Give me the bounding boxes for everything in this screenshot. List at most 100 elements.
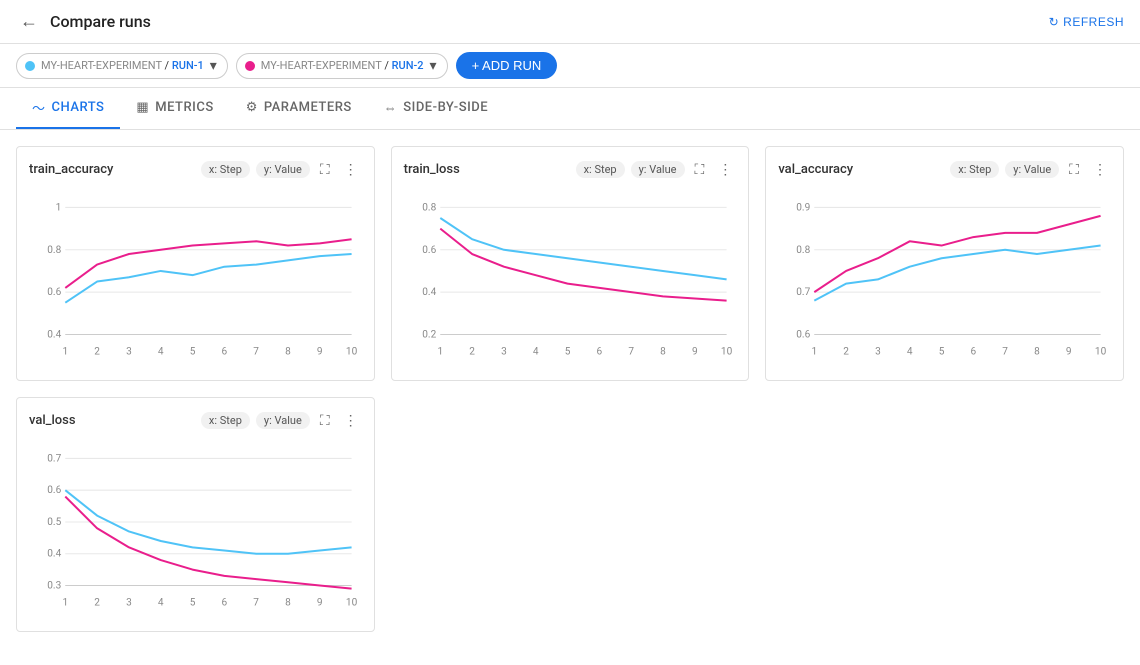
back-button[interactable]: ← [16,7,42,36]
chart-x-badge-val_loss: x: Step [201,412,250,429]
svg-text:0.7: 0.7 [797,287,811,298]
chart-area-train_accuracy: 10.80.60.412345678910 [29,188,362,368]
svg-text:5: 5 [190,598,196,609]
run-separator-1: / [165,59,172,72]
expand-button-val_loss[interactable]: ⛶ [316,410,334,431]
svg-text:10: 10 [346,598,358,609]
svg-text:9: 9 [1066,347,1072,358]
svg-text:0.6: 0.6 [47,287,61,298]
sidebyside-tab-icon: ⇔ [384,100,398,116]
svg-text:3: 3 [875,347,881,358]
run-id-2: RUN-2 [392,59,424,72]
charts-row-2: val_lossx: Stepy: Value⛶⋮0.70.60.50.40.3… [0,397,1140,648]
svg-text:2: 2 [469,347,475,358]
svg-text:7: 7 [253,347,259,358]
svg-text:6: 6 [222,347,228,358]
tab-sidebyside[interactable]: ⇔ SIDE-BY-SIDE [368,90,504,128]
page-title: Compare runs [50,12,151,31]
more-button-train_loss[interactable]: ⋮ [714,159,736,180]
svg-text:3: 3 [126,598,132,609]
svg-text:4: 4 [158,347,164,358]
svg-text:8: 8 [660,347,666,358]
svg-text:7: 7 [1003,347,1009,358]
parameters-tab-label: PARAMETERS [264,100,352,115]
expand-button-val_accuracy[interactable]: ⛶ [1065,159,1083,180]
experiment-name-2: MY-HEART-EXPERIMENT [261,59,382,72]
svg-text:0.4: 0.4 [47,329,61,340]
run-name-2: MY-HEART-EXPERIMENT / RUN-2 [261,59,424,72]
svg-text:1: 1 [62,598,68,609]
svg-text:4: 4 [907,347,913,358]
svg-text:6: 6 [222,598,228,609]
svg-text:1: 1 [56,202,62,213]
chart-y-badge-val_accuracy: y: Value [1005,161,1059,178]
tab-charts[interactable]: 〜 CHARTS [16,88,120,129]
chart-title-train_loss: train_loss [404,162,460,177]
more-button-val_loss[interactable]: ⋮ [340,410,362,431]
chart-actions-train_accuracy: ⛶⋮ [316,159,362,180]
svg-text:8: 8 [285,347,291,358]
run-selector-1[interactable]: MY-HEART-EXPERIMENT / RUN-1 ▾ [16,53,228,79]
svg-text:7: 7 [628,347,634,358]
chart-header-train_accuracy: train_accuracyx: Stepy: Value⛶⋮ [29,159,362,180]
svg-text:0.6: 0.6 [797,329,811,340]
dropdown-arrow-1: ▾ [210,58,217,74]
add-run-button[interactable]: + ADD RUN [456,52,558,79]
svg-text:5: 5 [190,347,196,358]
dropdown-arrow-2: ▾ [430,58,437,74]
expand-button-train_accuracy[interactable]: ⛶ [316,159,334,180]
svg-text:9: 9 [317,347,323,358]
chart-x-badge-train_accuracy: x: Step [201,161,250,178]
svg-text:3: 3 [126,347,132,358]
chart-y-badge-train_accuracy: y: Value [256,161,310,178]
charts-row-1: train_accuracyx: Stepy: Value⛶⋮10.80.60.… [0,130,1140,397]
sidebyside-tab-label: SIDE-BY-SIDE [403,100,488,115]
svg-text:8: 8 [285,598,291,609]
svg-text:5: 5 [939,347,945,358]
svg-text:0.4: 0.4 [47,549,61,560]
expand-button-train_loss[interactable]: ⛶ [691,159,709,180]
charts-tab-label: CHARTS [52,100,105,115]
svg-text:0.7: 0.7 [47,453,61,464]
svg-text:0.6: 0.6 [47,485,61,496]
charts-tab-icon: 〜 [32,98,46,117]
chart-header-val_loss: val_lossx: Stepy: Value⛶⋮ [29,410,362,431]
svg-text:2: 2 [844,347,850,358]
chart-title-train_accuracy: train_accuracy [29,162,113,177]
svg-text:1: 1 [62,347,68,358]
chart-header-train_loss: train_lossx: Stepy: Value⛶⋮ [404,159,737,180]
chart-actions-val_loss: ⛶⋮ [316,410,362,431]
chart-header-val_accuracy: val_accuracyx: Stepy: Value⛶⋮ [778,159,1111,180]
chart-area-val_accuracy: 0.90.80.70.612345678910 [778,188,1111,368]
metrics-tab-label: METRICS [155,100,213,115]
svg-text:6: 6 [971,347,977,358]
chart-x-badge-train_loss: x: Step [576,161,625,178]
svg-text:0.9: 0.9 [797,202,811,213]
run-name-1: MY-HEART-EXPERIMENT / RUN-1 [41,59,204,72]
svg-text:0.2: 0.2 [422,329,436,340]
metrics-tab-icon: ▦ [136,100,149,115]
svg-text:7: 7 [253,598,259,609]
tab-metrics[interactable]: ▦ METRICS [120,90,229,127]
chart-card-val_accuracy: val_accuracyx: Stepy: Value⛶⋮0.90.80.70.… [765,146,1124,381]
svg-text:0.8: 0.8 [797,245,811,256]
tabs: 〜 CHARTS ▦ METRICS ⚙ PARAMETERS ⇔ SIDE-B… [0,88,1140,130]
svg-text:10: 10 [721,347,733,358]
chart-title-val_loss: val_loss [29,413,76,428]
more-button-train_accuracy[interactable]: ⋮ [340,159,362,180]
run-selector-2[interactable]: MY-HEART-EXPERIMENT / RUN-2 ▾ [236,53,448,79]
more-button-val_accuracy[interactable]: ⋮ [1089,159,1111,180]
refresh-icon: ↻ [1049,15,1060,29]
header: ← Compare runs ↻ REFRESH [0,0,1140,44]
svg-text:1: 1 [812,347,818,358]
refresh-label: REFRESH [1063,15,1124,29]
tab-parameters[interactable]: ⚙ PARAMETERS [230,90,368,127]
refresh-button[interactable]: ↻ REFRESH [1049,15,1124,29]
chart-x-badge-val_accuracy: x: Step [950,161,999,178]
svg-text:0.4: 0.4 [422,287,436,298]
run-dot-1 [25,61,35,71]
svg-text:0.6: 0.6 [422,245,436,256]
svg-text:3: 3 [501,347,507,358]
run-separator-2: / [384,59,391,72]
chart-area-val_loss: 0.70.60.50.40.312345678910 [29,439,362,619]
